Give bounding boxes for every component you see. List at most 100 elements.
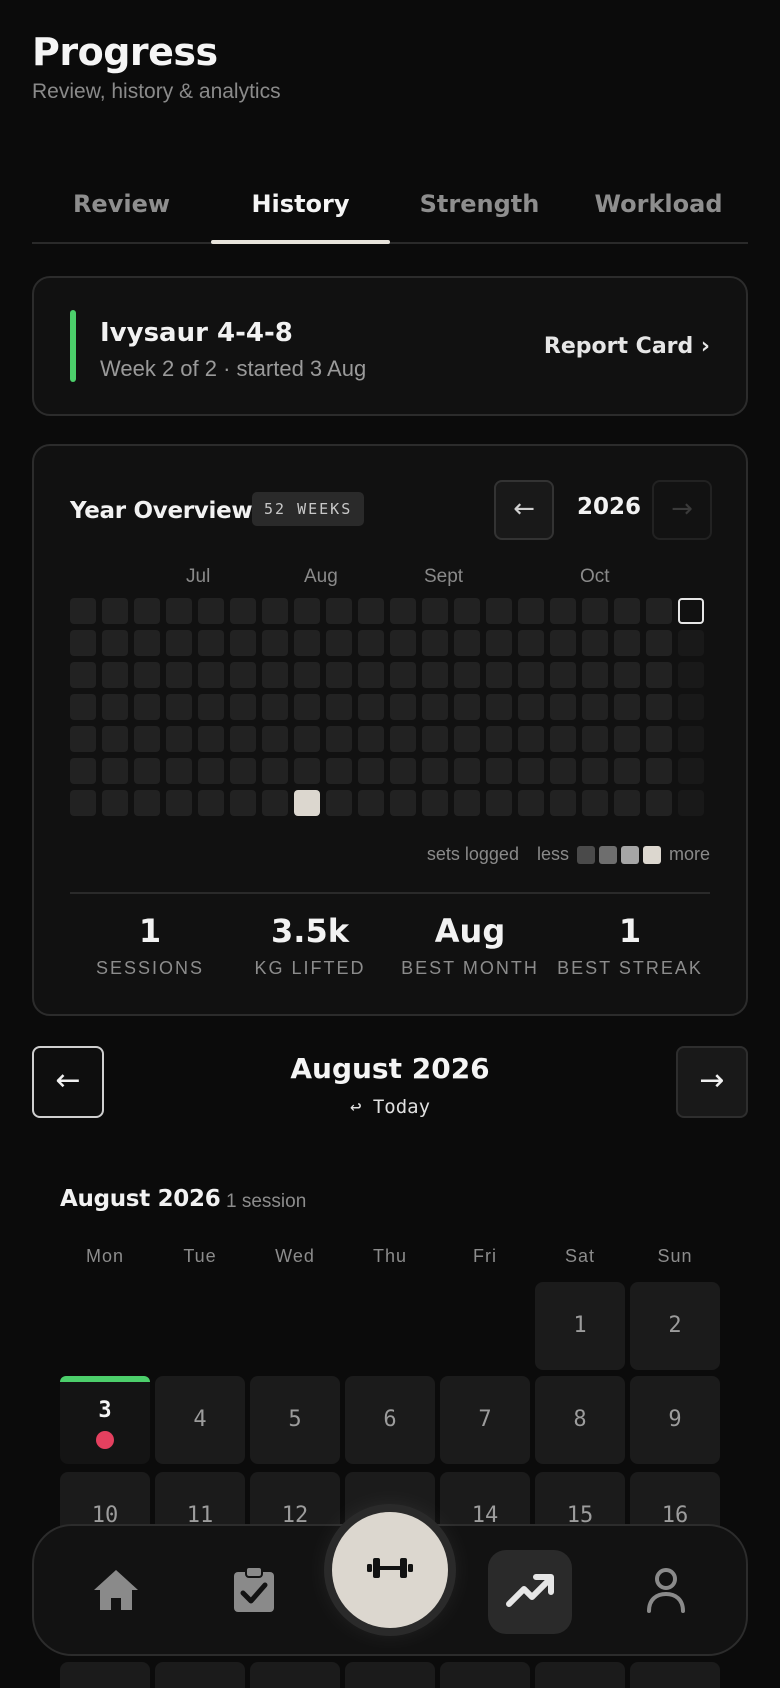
heatmap-cell — [326, 694, 352, 720]
stat-best-streak: 1 BEST STREAK — [550, 912, 710, 979]
calendar-day[interactable] — [250, 1662, 340, 1688]
year-overview-card: Year Overview 52 WEEKS ← 2026 → Jul Aug … — [32, 444, 748, 1016]
heatmap-cell — [230, 758, 256, 784]
calendar-day[interactable]: 4 — [155, 1376, 245, 1464]
heatmap-cell — [358, 598, 384, 624]
heatmap-cell — [230, 630, 256, 656]
legend-swatch-4 — [642, 845, 661, 864]
calendar-day[interactable]: 5 — [250, 1376, 340, 1464]
calendar-day[interactable] — [345, 1662, 435, 1688]
weekday-label: Sat — [564, 1246, 596, 1266]
heatmap-cell — [678, 630, 704, 656]
heatmap-cell — [166, 598, 192, 624]
heatmap-cell — [614, 630, 640, 656]
heatmap-cell — [358, 630, 384, 656]
today-button[interactable]: ↩ Today — [220, 1096, 560, 1118]
heatmap-cell — [454, 758, 480, 784]
session-dot-icon — [96, 1431, 114, 1449]
month-nav-title: August 2026 — [290, 1052, 490, 1085]
heatmap-cell — [390, 726, 416, 752]
trending-up-icon — [506, 1572, 554, 1612]
next-month-button[interactable]: → — [676, 1046, 748, 1118]
stat-value: 3.5k — [271, 912, 349, 950]
weekday-label: Sun — [657, 1246, 693, 1266]
heatmap-cell — [486, 758, 512, 784]
heatmap-cell — [422, 758, 448, 784]
heatmap-cell — [390, 598, 416, 624]
heatmap-cell — [70, 694, 96, 720]
nav-workouts[interactable] — [216, 1554, 292, 1630]
program-card[interactable]: Ivysaur 4-4-8 Week 2 of 2 · started 3 Au… — [32, 276, 748, 416]
stat-best-month: Aug BEST MONTH — [390, 912, 550, 979]
heatmap-cell — [582, 758, 608, 784]
legend-caption: sets logged — [426, 844, 519, 864]
heatmap-cell-active — [294, 790, 320, 816]
heatmap-cell — [70, 790, 96, 816]
heatmap-cell — [102, 726, 128, 752]
heatmap-cell — [326, 662, 352, 688]
heatmap-cell — [550, 758, 576, 784]
heatmap-cell — [486, 726, 512, 752]
previous-month-button[interactable]: ← — [32, 1046, 104, 1118]
tab-strength[interactable]: Strength — [390, 176, 569, 242]
program-accent-bar — [70, 310, 76, 382]
calendar-day[interactable]: 8 — [535, 1376, 625, 1464]
calendar-day[interactable]: 2 — [630, 1282, 720, 1370]
calendar-day[interactable] — [60, 1662, 150, 1688]
calendar-day-selected[interactable]: 3 — [60, 1376, 150, 1464]
heatmap-cell-today — [678, 598, 704, 624]
heatmap-cell — [550, 790, 576, 816]
heatmap-cell — [486, 662, 512, 688]
report-card-link[interactable]: Report Card › — [544, 334, 710, 359]
calendar-day[interactable]: 1 — [535, 1282, 625, 1370]
heatmap-cell — [518, 694, 544, 720]
nav-home[interactable] — [78, 1554, 154, 1630]
heatmap-cell — [582, 662, 608, 688]
heatmap-cell — [358, 662, 384, 688]
heatmap-cell — [70, 758, 96, 784]
calendar-day[interactable]: 9 — [630, 1376, 720, 1464]
calendar-day[interactable] — [535, 1662, 625, 1688]
calendar-day[interactable]: 6 — [345, 1376, 435, 1464]
heatmap-cell — [166, 630, 192, 656]
tab-history[interactable]: History — [211, 176, 390, 244]
heatmap-cell — [102, 694, 128, 720]
tab-workload[interactable]: Workload — [569, 176, 748, 242]
heatmap-cell — [390, 694, 416, 720]
heatmap-cell — [326, 726, 352, 752]
start-workout-button[interactable] — [332, 1512, 448, 1628]
nav-progress[interactable] — [488, 1550, 572, 1634]
heatmap-cell — [262, 758, 288, 784]
calendar-title: August 2026 — [60, 1186, 221, 1212]
month-label-jul: Jul — [186, 566, 211, 587]
year-value: 2026 — [576, 494, 641, 520]
calendar-day[interactable]: 7 — [440, 1376, 530, 1464]
heatmap-cell — [134, 758, 160, 784]
tab-review[interactable]: Review — [32, 176, 211, 242]
heatmap-cell — [294, 630, 320, 656]
calendar-day[interactable] — [440, 1662, 530, 1688]
heatmap-cell — [166, 758, 192, 784]
heatmap-cell — [294, 598, 320, 624]
calendar-day[interactable] — [630, 1662, 720, 1688]
heatmap-cell — [70, 630, 96, 656]
next-year-button[interactable]: → — [652, 480, 712, 540]
heatmap-cell — [582, 790, 608, 816]
heatmap-cell — [390, 630, 416, 656]
heatmap-cell — [134, 726, 160, 752]
heatmap-cell — [134, 630, 160, 656]
heatmap-cell — [646, 662, 672, 688]
heatmap-cell — [422, 662, 448, 688]
calendar-day[interactable] — [155, 1662, 245, 1688]
heatmap-cell — [422, 598, 448, 624]
legend-less-label: less — [536, 844, 569, 864]
heatmap-cell — [230, 694, 256, 720]
program-week: Week 2 of 2 · started 3 Aug — [100, 356, 367, 381]
heatmap-cell — [230, 598, 256, 624]
previous-year-button[interactable]: ← — [494, 480, 554, 540]
heatmap-cell — [262, 662, 288, 688]
heatmap-cell — [422, 630, 448, 656]
heatmap-cell — [422, 790, 448, 816]
nav-profile[interactable] — [628, 1554, 704, 1630]
heatmap-cell — [390, 790, 416, 816]
